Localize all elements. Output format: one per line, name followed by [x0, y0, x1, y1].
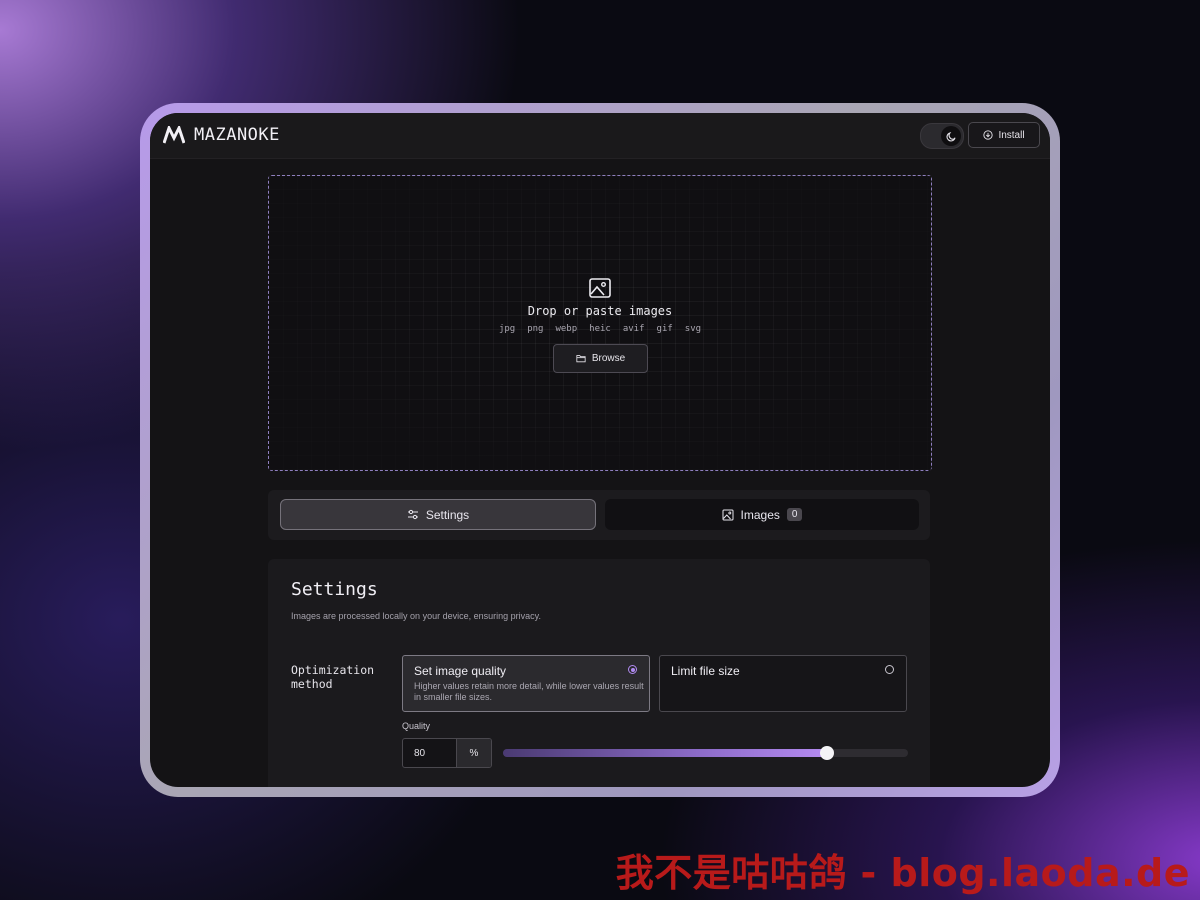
format-item: heic: [589, 324, 611, 334]
install-label: Install: [998, 129, 1025, 141]
top-bar: MAZANOKE Install: [150, 113, 1050, 159]
option-title: Set image quality: [414, 664, 507, 678]
app-screen: MAZANOKE Install Drop or paste images jp…: [150, 113, 1050, 787]
format-item: gif: [656, 324, 673, 334]
settings-title: Settings: [291, 579, 378, 600]
browse-button[interactable]: Browse: [553, 344, 648, 373]
tab-settings[interactable]: Settings: [280, 499, 596, 530]
tab-images[interactable]: Images 0: [605, 499, 919, 530]
sliders-icon: [407, 509, 418, 520]
download-circle-icon: [983, 130, 994, 140]
format-item: jpg: [498, 324, 516, 334]
quality-value: 80: [414, 748, 426, 759]
dropzone-grid-fade: [269, 176, 931, 470]
option-title: Limit file size: [671, 664, 740, 678]
moon-icon: [941, 126, 961, 146]
radio-unselected[interactable]: [885, 665, 894, 674]
optimization-method-label: Optimization method: [291, 663, 375, 691]
quality-slider-thumb[interactable]: [820, 746, 834, 760]
option-limit-file-size[interactable]: Limit file size: [659, 655, 907, 712]
option-set-image-quality[interactable]: Set image quality Higher values retain m…: [402, 655, 650, 712]
browse-label: Browse: [591, 353, 626, 364]
mazanoke-logo-icon: [163, 126, 185, 144]
quality-slider-fill: [503, 749, 827, 757]
format-item: png: [527, 324, 544, 334]
image-dropzone[interactable]: Drop or paste images jpg png webp heic a…: [268, 175, 932, 471]
image-icon: [722, 509, 734, 520]
option-description: Higher values retain more detail, while …: [414, 681, 644, 702]
image-icon: [589, 278, 611, 298]
quality-label: Quality: [402, 721, 431, 731]
watermark-text: 我不是咕咕鸽 - blog.laoda.de: [615, 851, 1190, 895]
dropzone-title: Drop or paste images: [527, 304, 673, 318]
tab-bar: Settings Images 0: [268, 490, 930, 540]
tab-settings-label: Settings: [425, 507, 470, 522]
format-item: svg: [684, 324, 702, 334]
format-item: avif: [622, 324, 645, 334]
quality-slider[interactable]: [503, 746, 908, 760]
quality-input[interactable]: 80 %: [402, 738, 492, 768]
app-name: MAZANOKE: [194, 125, 280, 145]
brand[interactable]: MAZANOKE: [163, 125, 280, 145]
format-item: webp: [555, 324, 578, 334]
settings-panel: Settings Images are processed locally on…: [268, 559, 930, 787]
install-button[interactable]: Install: [968, 122, 1040, 148]
device-frame: MAZANOKE Install Drop or paste images jp…: [140, 103, 1060, 797]
quality-unit: %: [456, 739, 491, 767]
settings-subtitle: Images are processed locally on your dev…: [291, 611, 541, 621]
theme-toggle[interactable]: [920, 123, 964, 149]
format-list: jpg png webp heic avif gif svg: [269, 324, 931, 334]
images-count-badge: 0: [786, 508, 803, 521]
tab-images-label: Images: [740, 507, 780, 522]
folder-icon: [576, 355, 586, 363]
radio-selected[interactable]: [628, 665, 637, 674]
